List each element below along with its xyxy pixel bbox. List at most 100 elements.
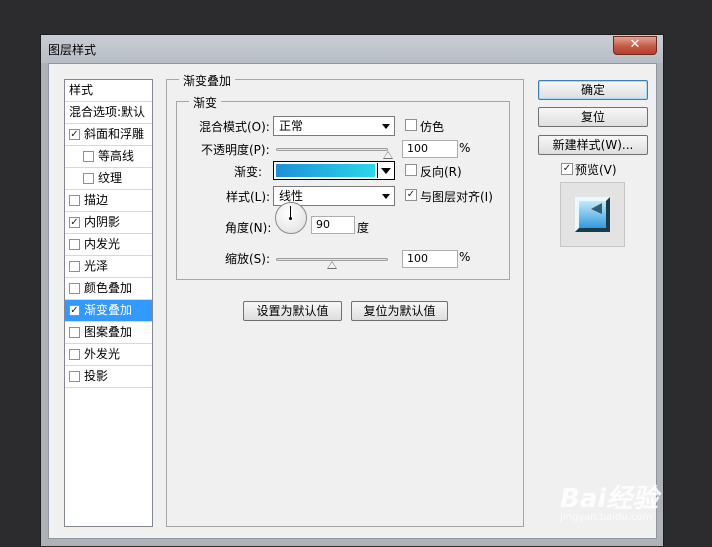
opacity-unit: % bbox=[459, 141, 471, 155]
style-list-item[interactable]: 颜色叠加 bbox=[65, 278, 152, 300]
style-list-item[interactable]: ✓ 斜面和浮雕 bbox=[65, 124, 152, 146]
style-list-item-checkbox[interactable]: ✓ bbox=[69, 305, 80, 316]
scale-unit: % bbox=[459, 250, 471, 264]
style-list-item-label: 光泽 bbox=[84, 259, 109, 273]
align-with-layer-label: 与图层对齐(I) bbox=[420, 190, 493, 204]
style-list-item-checkbox[interactable] bbox=[83, 151, 94, 162]
opacity-input[interactable]: 100 bbox=[402, 140, 458, 158]
style-list-item-label: 描边 bbox=[84, 193, 109, 207]
chevron-down-icon bbox=[382, 194, 390, 199]
section-title: 渐变叠加 bbox=[179, 72, 236, 89]
blend-mode-label: 混合模式(O): bbox=[199, 120, 270, 134]
gradient-label: 渐变: bbox=[234, 165, 263, 179]
set-default-button[interactable]: 设置为默认值 bbox=[243, 301, 342, 321]
dialog-title: 图层样式 bbox=[48, 43, 97, 57]
style-preview bbox=[560, 182, 625, 247]
close-button[interactable]: ✕ bbox=[613, 36, 657, 55]
scale-value: 100 bbox=[407, 252, 428, 265]
style-list-item[interactable]: 图案叠加 bbox=[65, 322, 152, 344]
dither-label: 仿色 bbox=[420, 120, 445, 134]
style-list-item-checkbox[interactable] bbox=[83, 173, 94, 184]
chevron-down-icon bbox=[381, 168, 391, 174]
opacity-slider-track[interactable] bbox=[276, 148, 388, 151]
style-list-item-checkbox[interactable] bbox=[69, 349, 80, 360]
style-list-item[interactable]: 纹理 bbox=[65, 168, 152, 190]
gradient-swatch[interactable] bbox=[276, 164, 375, 177]
angle-value: 90 bbox=[316, 218, 330, 231]
watermark-logo: Bai经验 bbox=[560, 484, 659, 514]
style-list-item-label: 纹理 bbox=[98, 171, 123, 185]
preview-checkbox[interactable]: ✓ bbox=[561, 163, 573, 175]
gradient-group-title: 渐变 bbox=[189, 94, 222, 111]
style-list: 样式 混合选项:默认 ✓ 斜面和浮雕等高线纹理描边 ✓ 内阴影内发光光泽颜色叠加 ✓ 渐变叠… bbox=[64, 79, 153, 527]
check-icon: ✓ bbox=[406, 189, 416, 200]
reverse-label: 反向(R) bbox=[420, 165, 462, 179]
style-list-item-label: 内阴影 bbox=[84, 215, 121, 229]
style-list-header-label: 样式 bbox=[69, 83, 94, 97]
scale-input[interactable]: 100 bbox=[402, 250, 458, 268]
style-label: 样式(L): bbox=[226, 190, 271, 204]
reverse-checkbox[interactable] bbox=[405, 164, 417, 176]
check-icon: ✓ bbox=[562, 163, 572, 174]
watermark-url: jingyan.baidu.com bbox=[560, 512, 653, 523]
angle-label: 角度(N): bbox=[225, 221, 272, 235]
angle-dial[interactable] bbox=[275, 202, 307, 234]
style-list-item[interactable]: 外发光 bbox=[65, 344, 152, 366]
opacity-value: 100 bbox=[407, 142, 428, 155]
style-list-item[interactable]: 混合选项:默认 bbox=[65, 102, 152, 124]
angle-input[interactable]: 90 bbox=[311, 216, 355, 234]
ok-button[interactable]: 确定 bbox=[538, 80, 648, 100]
opacity-slider-thumb[interactable] bbox=[383, 151, 393, 159]
style-list-item-checkbox[interactable] bbox=[69, 239, 80, 250]
style-list-item-checkbox[interactable]: ✓ bbox=[69, 129, 80, 140]
reset-default-button[interactable]: 复位为默认值 bbox=[351, 301, 448, 321]
style-list-item[interactable]: ✓ 内阴影 bbox=[65, 212, 152, 234]
angle-unit: 度 bbox=[357, 221, 370, 235]
style-list-item-label: 渐变叠加 bbox=[84, 303, 133, 317]
style-preview-thumbnail bbox=[575, 197, 610, 232]
style-list-item-checkbox[interactable] bbox=[69, 371, 80, 382]
style-list-item[interactable]: 投影 bbox=[65, 366, 152, 388]
gradient-dropdown-button[interactable] bbox=[377, 163, 393, 178]
gradient-group: 渐变 混合模式(O): 正常 仿色 不透明度(P): 100 % 渐变: 反向(… bbox=[176, 94, 510, 280]
gradient-picker[interactable] bbox=[273, 161, 395, 180]
preview-label: 预览(V) bbox=[575, 163, 617, 177]
dialog-client: 样式 混合选项:默认 ✓ 斜面和浮雕 等高线 纹理 描边 ✓ 内阴影 内发光 光泽 颜色叠加 ✓ 渐变叠… bbox=[48, 63, 657, 539]
style-list-item-label: 图案叠加 bbox=[84, 325, 133, 339]
scale-slider-thumb[interactable] bbox=[327, 261, 337, 269]
style-list-item[interactable]: 描边 bbox=[65, 190, 152, 212]
reset-button[interactable]: 复位 bbox=[538, 107, 648, 127]
style-list-item-label: 外发光 bbox=[84, 347, 121, 361]
dither-checkbox[interactable] bbox=[405, 119, 417, 131]
style-list-item-label: 斜面和浮雕 bbox=[84, 127, 145, 141]
style-list-item-checkbox[interactable] bbox=[69, 327, 80, 338]
opacity-label: 不透明度(P): bbox=[201, 143, 270, 157]
style-list-item[interactable]: ✓ 渐变叠加 bbox=[65, 300, 152, 322]
style-list-item-label: 等高线 bbox=[98, 149, 135, 163]
style-list-item-label: 内发光 bbox=[84, 237, 121, 251]
blend-mode-select[interactable]: 正常 bbox=[273, 116, 395, 136]
style-list-item-label: 投影 bbox=[84, 369, 109, 383]
style-list-item-checkbox[interactable] bbox=[69, 195, 80, 206]
scale-label: 缩放(S): bbox=[225, 252, 271, 266]
style-list-item-label: 颜色叠加 bbox=[84, 281, 133, 295]
chevron-down-icon bbox=[382, 124, 390, 129]
style-list-item-label: 混合选项:默认 bbox=[69, 105, 146, 119]
style-list-item-checkbox[interactable]: ✓ bbox=[69, 217, 80, 228]
style-list-item[interactable]: 内发光 bbox=[65, 234, 152, 256]
align-with-layer-checkbox[interactable]: ✓ bbox=[405, 189, 417, 201]
style-list-item-checkbox[interactable] bbox=[69, 283, 80, 294]
blend-mode-value: 正常 bbox=[279, 119, 304, 133]
window-bottom-border bbox=[41, 540, 663, 546]
close-icon: ✕ bbox=[629, 37, 641, 52]
title-bar[interactable]: 图层样式 ✕ bbox=[41, 35, 663, 63]
gradient-style-value: 线性 bbox=[279, 189, 304, 203]
style-list-header[interactable]: 样式 bbox=[65, 80, 152, 102]
style-list-item[interactable]: 光泽 bbox=[65, 256, 152, 278]
style-list-item-checkbox[interactable] bbox=[69, 261, 80, 272]
style-list-item[interactable]: 等高线 bbox=[65, 146, 152, 168]
layer-style-dialog: 图层样式 ✕ 样式 混合选项:默认 ✓ 斜面和浮雕等高线纹理描边 ✓ 内阴影内发光光泽颜… bbox=[40, 34, 664, 546]
new-style-button[interactable]: 新建样式(W)... bbox=[538, 135, 648, 155]
angle-dial-center bbox=[289, 217, 292, 220]
gradient-overlay-panel: 渐变叠加 渐变 混合模式(O): 正常 仿色 不透明度(P): 100 % 渐变 bbox=[166, 72, 524, 527]
